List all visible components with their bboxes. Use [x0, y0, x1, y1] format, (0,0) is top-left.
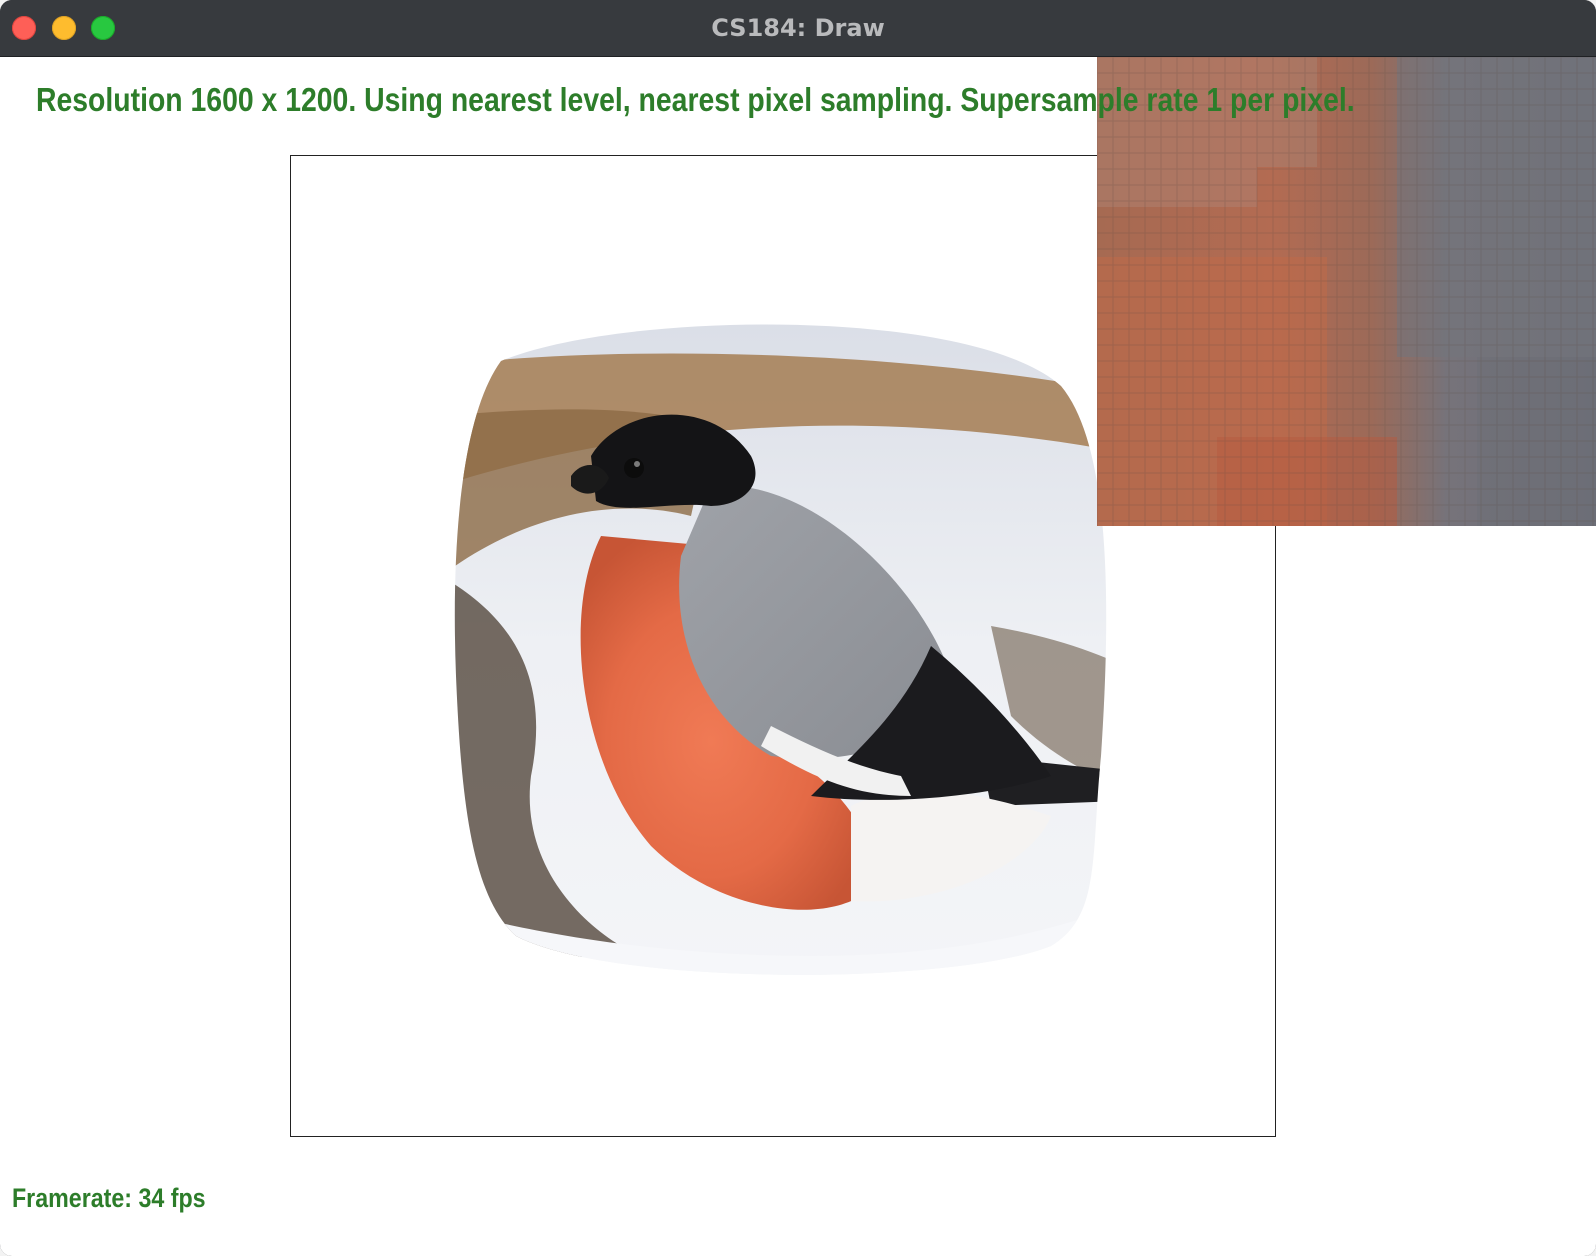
zoom-grid: [1097, 57, 1596, 526]
window-title: CS184: Draw: [711, 14, 885, 42]
draw-viewport[interactable]: Resolution 1600 x 1200. Using nearest le…: [0, 57, 1596, 1256]
framerate-status-text: Framerate: 34 fps: [12, 1183, 206, 1213]
warped-texture: [454, 324, 1107, 975]
title-bar[interactable]: CS184: Draw: [0, 0, 1596, 57]
app-window: CS184: Draw Resolution 1600 x 1200. Usin…: [0, 0, 1596, 1256]
pixel-zoom-inspector: [1097, 57, 1596, 526]
resolution-status-text: Resolution 1600 x 1200. Using nearest le…: [36, 81, 1355, 118]
